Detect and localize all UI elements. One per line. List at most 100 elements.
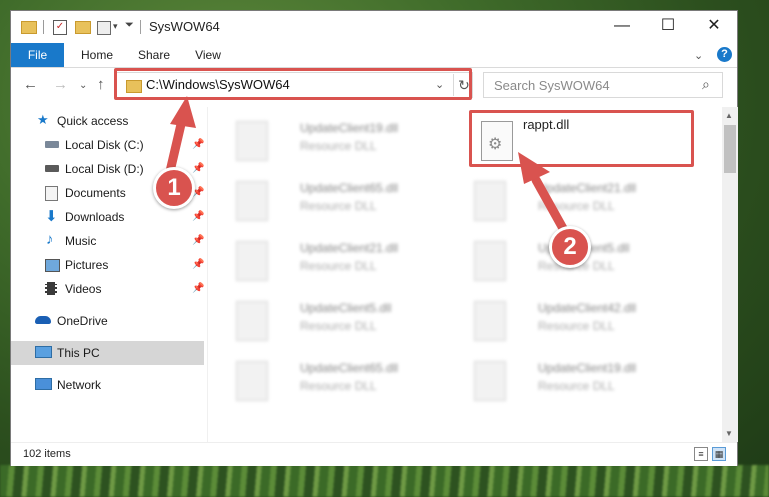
documents-icon bbox=[45, 186, 58, 201]
file-type: Resource DLL bbox=[538, 199, 615, 213]
search-icon[interactable]: ⌕ bbox=[702, 76, 710, 93]
sidebar-item-pictures[interactable]: Pictures 📌 bbox=[11, 253, 204, 277]
dll-file-icon bbox=[236, 301, 268, 341]
pin-icon[interactable]: 📌 bbox=[192, 235, 204, 246]
dll-file-icon bbox=[236, 181, 268, 221]
sidebar-item-label: Downloads bbox=[65, 210, 125, 224]
file-name: UpdateClient19.dll bbox=[300, 121, 399, 135]
maximize-button[interactable]: ☐ bbox=[645, 11, 691, 41]
file-name: UpdateClient65.dll bbox=[300, 361, 399, 375]
file-type: Resource DLL bbox=[538, 319, 615, 333]
file-item[interactable]: UpdateClient21.dll Resource DLL bbox=[228, 233, 448, 289]
tab-view[interactable]: View bbox=[185, 43, 231, 67]
cloud-icon bbox=[35, 316, 51, 324]
navigation-pane: ★ Quick access Local Disk (C:) 📌 Local D… bbox=[11, 107, 207, 442]
pin-icon[interactable]: 📌 bbox=[192, 211, 204, 222]
dll-file-icon bbox=[236, 121, 268, 161]
dll-file-icon bbox=[474, 301, 506, 341]
sidebar-item-label: Music bbox=[65, 234, 97, 248]
expand-ribbon-icon[interactable]: ⌄ bbox=[694, 49, 703, 62]
sidebar-item-music[interactable]: ♪ Music 📌 bbox=[11, 229, 204, 253]
file-item[interactable]: UpdateClient19.dll Resource DLL bbox=[466, 353, 686, 409]
file-item[interactable]: UpdateClient65.dll Resource DLL bbox=[228, 353, 448, 409]
window-title: SysWOW64 bbox=[149, 19, 220, 34]
sidebar-item-videos[interactable]: Videos 📌 bbox=[11, 277, 204, 301]
pin-icon[interactable]: 📌 bbox=[192, 139, 204, 150]
scroll-down-icon[interactable]: ▼ bbox=[725, 429, 733, 438]
drive-icon bbox=[45, 141, 59, 148]
music-icon: ♪ bbox=[46, 231, 54, 248]
minimize-button[interactable]: — bbox=[599, 11, 645, 41]
back-arrow-icon[interactable]: ← bbox=[23, 76, 38, 93]
sidebar-item-label: Videos bbox=[65, 282, 102, 296]
vertical-scrollbar[interactable]: ▲ ▼ bbox=[722, 107, 738, 442]
computer-icon bbox=[35, 346, 52, 358]
file-name: UpdateClient21.dll bbox=[300, 241, 399, 255]
scrollbar-thumb[interactable] bbox=[724, 125, 736, 173]
sidebar-item-onedrive[interactable]: OneDrive bbox=[11, 309, 204, 333]
forward-arrow-icon[interactable]: → bbox=[53, 76, 68, 93]
large-icons-view-icon[interactable]: ▦ bbox=[712, 447, 726, 461]
explorer-window: ✓ ▾ ⏷ SysWOW64 — ☐ ✕ File Home Share Vie… bbox=[10, 10, 738, 466]
title-bar: ✓ ▾ ⏷ SysWOW64 — ☐ ✕ bbox=[11, 11, 737, 43]
view-options-icon[interactable] bbox=[97, 21, 111, 35]
sidebar-item-local-disk-c[interactable]: Local Disk (C:) 📌 bbox=[11, 133, 204, 157]
desktop-background bbox=[0, 465, 769, 497]
pin-icon[interactable]: 📌 bbox=[192, 283, 204, 294]
file-item[interactable]: UpdateClient19.dll Resource DLL bbox=[228, 113, 448, 169]
videos-icon bbox=[45, 282, 57, 295]
dll-file-icon bbox=[474, 181, 506, 221]
scroll-up-icon[interactable]: ▲ bbox=[725, 111, 733, 120]
folder-icon bbox=[21, 21, 37, 34]
download-icon: ⬇ bbox=[45, 208, 58, 225]
file-type: Resource DLL bbox=[538, 379, 615, 393]
file-name: UpdateClient19.dll bbox=[538, 361, 637, 375]
close-button[interactable]: ✕ bbox=[691, 11, 737, 41]
file-name: UpdateClient5.dll bbox=[300, 301, 392, 315]
sidebar-item-label: This PC bbox=[57, 346, 100, 360]
file-highlight-box bbox=[469, 110, 694, 167]
chevron-down-icon[interactable]: ▾ bbox=[113, 21, 118, 37]
separator bbox=[43, 20, 44, 34]
pin-icon[interactable]: 📌 bbox=[192, 259, 204, 270]
search-input[interactable]: Search SysWOW64 ⌕ bbox=[483, 72, 723, 98]
file-item[interactable]: UpdateClient21.dll Resource DLL bbox=[466, 173, 686, 229]
customize-toolbar-icon[interactable]: ⏷ bbox=[125, 19, 134, 35]
file-type: Resource DLL bbox=[300, 379, 377, 393]
up-arrow-icon[interactable]: ↑ bbox=[97, 76, 105, 93]
recent-locations-icon[interactable]: ⌄ bbox=[79, 80, 87, 91]
sidebar-item-label: Pictures bbox=[65, 258, 109, 272]
file-type: Resource DLL bbox=[300, 199, 377, 213]
dll-file-icon bbox=[236, 241, 268, 281]
sidebar-item-label: OneDrive bbox=[57, 314, 108, 328]
sidebar-item-label: Documents bbox=[65, 186, 126, 200]
sidebar-item-label: Local Disk (C:) bbox=[65, 138, 144, 152]
status-bar: 102 items ≡ ▦ bbox=[11, 442, 737, 466]
sidebar-item-network[interactable]: Network bbox=[11, 373, 204, 397]
tab-home[interactable]: Home bbox=[71, 43, 123, 67]
file-item[interactable]: UpdateClient5.dll Resource DLL bbox=[228, 293, 448, 349]
pin-icon[interactable]: 📌 bbox=[192, 163, 204, 174]
dll-file-icon bbox=[474, 241, 506, 281]
tab-file[interactable]: File bbox=[11, 43, 64, 67]
pictures-icon bbox=[45, 259, 60, 272]
sidebar-item-quick-access[interactable]: ★ Quick access bbox=[11, 109, 204, 133]
item-count: 102 items bbox=[23, 448, 71, 460]
properties-icon[interactable]: ✓ bbox=[53, 20, 67, 35]
file-type: Resource DLL bbox=[300, 139, 377, 153]
address-highlight-box bbox=[114, 68, 472, 100]
new-folder-icon[interactable] bbox=[75, 21, 91, 34]
tab-share[interactable]: Share bbox=[129, 43, 179, 67]
details-view-icon[interactable]: ≡ bbox=[694, 447, 708, 461]
ribbon: File Home Share View ⌄ ? bbox=[11, 43, 737, 68]
drive-icon bbox=[45, 165, 59, 172]
star-icon: ★ bbox=[37, 112, 49, 127]
sidebar-item-label: Quick access bbox=[57, 114, 129, 128]
file-item[interactable]: UpdateClient42.dll Resource DLL bbox=[466, 293, 686, 349]
search-placeholder: Search SysWOW64 bbox=[494, 78, 610, 93]
help-icon[interactable]: ? bbox=[717, 47, 732, 62]
sidebar-item-this-pc[interactable]: This PC bbox=[11, 341, 204, 365]
file-item[interactable]: UpdateClient65.dll Resource DLL bbox=[228, 173, 448, 229]
network-icon bbox=[35, 378, 52, 390]
dll-file-icon bbox=[236, 361, 268, 401]
